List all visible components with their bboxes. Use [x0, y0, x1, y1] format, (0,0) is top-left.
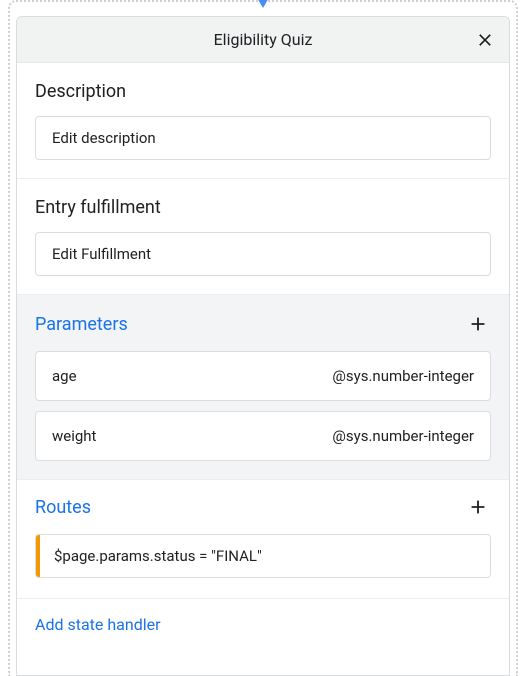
description-section: Description Edit description	[17, 63, 509, 179]
parameters-heading[interactable]: Parameters	[35, 314, 128, 335]
parameter-type: @sys.number-integer	[332, 367, 474, 385]
route-row[interactable]: $page.params.status = "FINAL"	[35, 534, 491, 578]
route-condition: $page.params.status = "FINAL"	[40, 547, 262, 565]
close-button[interactable]	[471, 26, 499, 54]
add-state-handler-link[interactable]: Add state handler	[35, 615, 161, 634]
entry-fulfillment-heading: Entry fulfillment	[35, 197, 491, 218]
plus-icon	[467, 496, 489, 518]
flow-arrowhead	[256, 0, 270, 8]
add-parameter-button[interactable]	[465, 311, 491, 337]
parameter-row[interactable]: age @sys.number-integer	[35, 351, 491, 401]
parameters-section: Parameters age @sys.number-integer weigh…	[17, 295, 509, 480]
routes-section: Routes $page.params.status = "FINAL"	[17, 480, 509, 599]
page-config-panel: Eligibility Quiz Description Edit descri…	[16, 16, 510, 676]
routes-heading[interactable]: Routes	[35, 497, 91, 518]
edit-description-button[interactable]: Edit description	[35, 116, 491, 160]
edit-description-label: Edit description	[52, 129, 156, 147]
panel-title: Eligibility Quiz	[214, 30, 313, 49]
entry-fulfillment-section: Entry fulfillment Edit Fulfillment	[17, 179, 509, 295]
edit-fulfillment-label: Edit Fulfillment	[52, 245, 151, 263]
panel-header: Eligibility Quiz	[17, 17, 509, 63]
add-route-button[interactable]	[465, 494, 491, 520]
edit-fulfillment-button[interactable]: Edit Fulfillment	[35, 232, 491, 276]
parameter-name: age	[52, 367, 77, 385]
parameter-type: @sys.number-integer	[332, 427, 474, 445]
parameter-row[interactable]: weight @sys.number-integer	[35, 411, 491, 461]
description-heading: Description	[35, 81, 491, 102]
add-state-handler-section: Add state handler	[17, 599, 509, 650]
plus-icon	[467, 313, 489, 335]
parameter-name: weight	[52, 427, 96, 445]
panel-body: Description Edit description Entry fulfi…	[17, 63, 509, 675]
close-icon	[475, 30, 495, 50]
